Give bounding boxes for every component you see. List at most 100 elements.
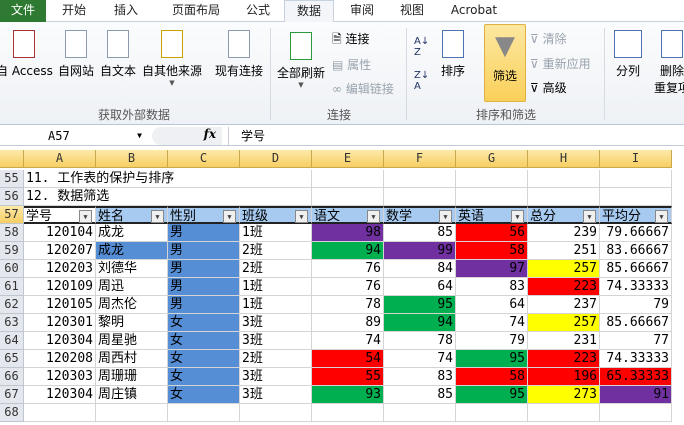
cell[interactable]	[312, 188, 384, 206]
cell[interactable]: 94	[384, 314, 456, 332]
cell[interactable]: 男	[168, 296, 240, 314]
cell[interactable]: 98	[312, 224, 384, 242]
filter-dropdown-icon[interactable]: ▼	[79, 210, 92, 223]
cell[interactable]: 89	[312, 314, 384, 332]
cell[interactable]	[456, 188, 528, 206]
filter-button[interactable]: ▼ 筛选	[484, 24, 526, 102]
cell[interactable]: 79.66667	[600, 224, 672, 242]
filter-dropdown-icon[interactable]: ▼	[511, 210, 524, 223]
filter-dropdown-icon[interactable]: ▼	[295, 210, 308, 223]
tab-formulas[interactable]: 公式	[238, 0, 278, 22]
fx-button[interactable]: fx	[152, 127, 222, 145]
edit-links-button[interactable]: ∞ 编辑链接	[332, 80, 394, 97]
cell[interactable]: 女	[168, 368, 240, 386]
cell[interactable]	[168, 404, 240, 422]
cell[interactable]: 91	[600, 386, 672, 404]
cell[interactable]: 74.33333	[600, 278, 672, 296]
row-header[interactable]: 61	[0, 278, 24, 296]
cell[interactable]: 3班	[240, 368, 312, 386]
cell[interactable]: 55	[312, 368, 384, 386]
advanced-filter-button[interactable]: ⊽ 高级	[530, 79, 567, 96]
filter-dropdown-icon[interactable]: ▼	[151, 210, 164, 223]
cell[interactable]: 120109	[24, 278, 96, 296]
cell[interactable]: 64	[384, 278, 456, 296]
cell[interactable]: 周庄镇	[96, 386, 168, 404]
cell[interactable]: 黎明	[96, 314, 168, 332]
filter-dropdown-icon[interactable]: ▼	[655, 210, 668, 223]
cell[interactable]: 周杰伦	[96, 296, 168, 314]
cell[interactable]: 120304	[24, 332, 96, 350]
row-header[interactable]: 56	[0, 188, 24, 206]
tab-page-layout[interactable]: 页面布局	[160, 0, 232, 22]
cell[interactable]: 120104	[24, 224, 96, 242]
sort-button[interactable]: 排序	[438, 30, 468, 79]
text-to-columns-button[interactable]: 分列	[610, 30, 646, 79]
row-header[interactable]: 64	[0, 332, 24, 350]
cell[interactable]: 196	[528, 368, 600, 386]
column-header-G[interactable]: G	[456, 150, 528, 168]
cell[interactable]: 120207	[24, 242, 96, 260]
filter-dropdown-icon[interactable]: ▼	[583, 210, 596, 223]
cell[interactable]: 65.33333	[600, 368, 672, 386]
cell[interactable]: 83	[384, 368, 456, 386]
cell[interactable]: 223	[528, 350, 600, 368]
cell[interactable]: 女	[168, 350, 240, 368]
clear-filter-button[interactable]: ⊽ 清除	[530, 30, 567, 47]
cell[interactable]: 3班	[240, 332, 312, 350]
column-filter-header[interactable]: 性别 ▼	[168, 206, 240, 224]
cell[interactable]: 男	[168, 278, 240, 296]
row-header[interactable]: 65	[0, 350, 24, 368]
cell[interactable]: 56	[456, 224, 528, 242]
cell[interactable]: 76	[312, 260, 384, 278]
cell[interactable]: 85.66667	[600, 260, 672, 278]
cell[interactable]	[600, 170, 672, 188]
cell[interactable]	[456, 404, 528, 422]
tab-acrobat[interactable]: Acrobat	[444, 0, 504, 22]
cell[interactable]: 74.33333	[600, 350, 672, 368]
cell[interactable]: 周星驰	[96, 332, 168, 350]
cell[interactable]: 男	[168, 242, 240, 260]
column-header-D[interactable]: D	[240, 150, 312, 168]
cell[interactable]: 83	[456, 278, 528, 296]
row-header[interactable]: 68	[0, 404, 24, 422]
cell[interactable]: 120303	[24, 368, 96, 386]
cell[interactable]: 257	[528, 260, 600, 278]
cell[interactable]: 77	[600, 332, 672, 350]
cell[interactable]: 120304	[24, 386, 96, 404]
cell[interactable]: 58	[456, 242, 528, 260]
cell[interactable]: 120203	[24, 260, 96, 278]
refresh-all-button[interactable]: 全部刷新 ▼	[274, 32, 328, 89]
column-header-F[interactable]: F	[384, 150, 456, 168]
cell[interactable]: 85.66667	[600, 314, 672, 332]
cell[interactable]	[96, 404, 168, 422]
cell[interactable]	[24, 404, 96, 422]
row-header[interactable]: 60	[0, 260, 24, 278]
cell[interactable]: 54	[312, 350, 384, 368]
cell[interactable]: 85	[384, 224, 456, 242]
tab-review[interactable]: 审阅	[340, 0, 384, 22]
cell[interactable]: 76	[312, 278, 384, 296]
cell[interactable]: 94	[312, 242, 384, 260]
cell[interactable]: 2班	[240, 260, 312, 278]
column-header-B[interactable]: B	[96, 150, 168, 168]
column-header-H[interactable]: H	[528, 150, 600, 168]
column-filter-header[interactable]: 平均分 ▼	[600, 206, 672, 224]
cell[interactable]	[384, 188, 456, 206]
cell[interactable]	[312, 170, 384, 188]
cell[interactable]: 239	[528, 224, 600, 242]
row-header[interactable]: 62	[0, 296, 24, 314]
cell[interactable]	[240, 170, 312, 188]
cell[interactable]: 刘德华	[96, 260, 168, 278]
column-filter-header[interactable]: 数学 ▼	[384, 206, 456, 224]
cell[interactable]: 85	[384, 386, 456, 404]
cell[interactable]: 97	[456, 260, 528, 278]
cell[interactable]: 120208	[24, 350, 96, 368]
cell[interactable]	[384, 170, 456, 188]
connections-button[interactable]: 🗎 连接	[332, 30, 370, 51]
from-web-button[interactable]: 自网站	[56, 30, 96, 79]
cell[interactable]: 74	[456, 314, 528, 332]
cell[interactable]: 成龙	[96, 224, 168, 242]
cell[interactable]: 3班	[240, 386, 312, 404]
cell[interactable]: 女	[168, 332, 240, 350]
reapply-button[interactable]: ⊽ 重新应用	[530, 55, 591, 72]
